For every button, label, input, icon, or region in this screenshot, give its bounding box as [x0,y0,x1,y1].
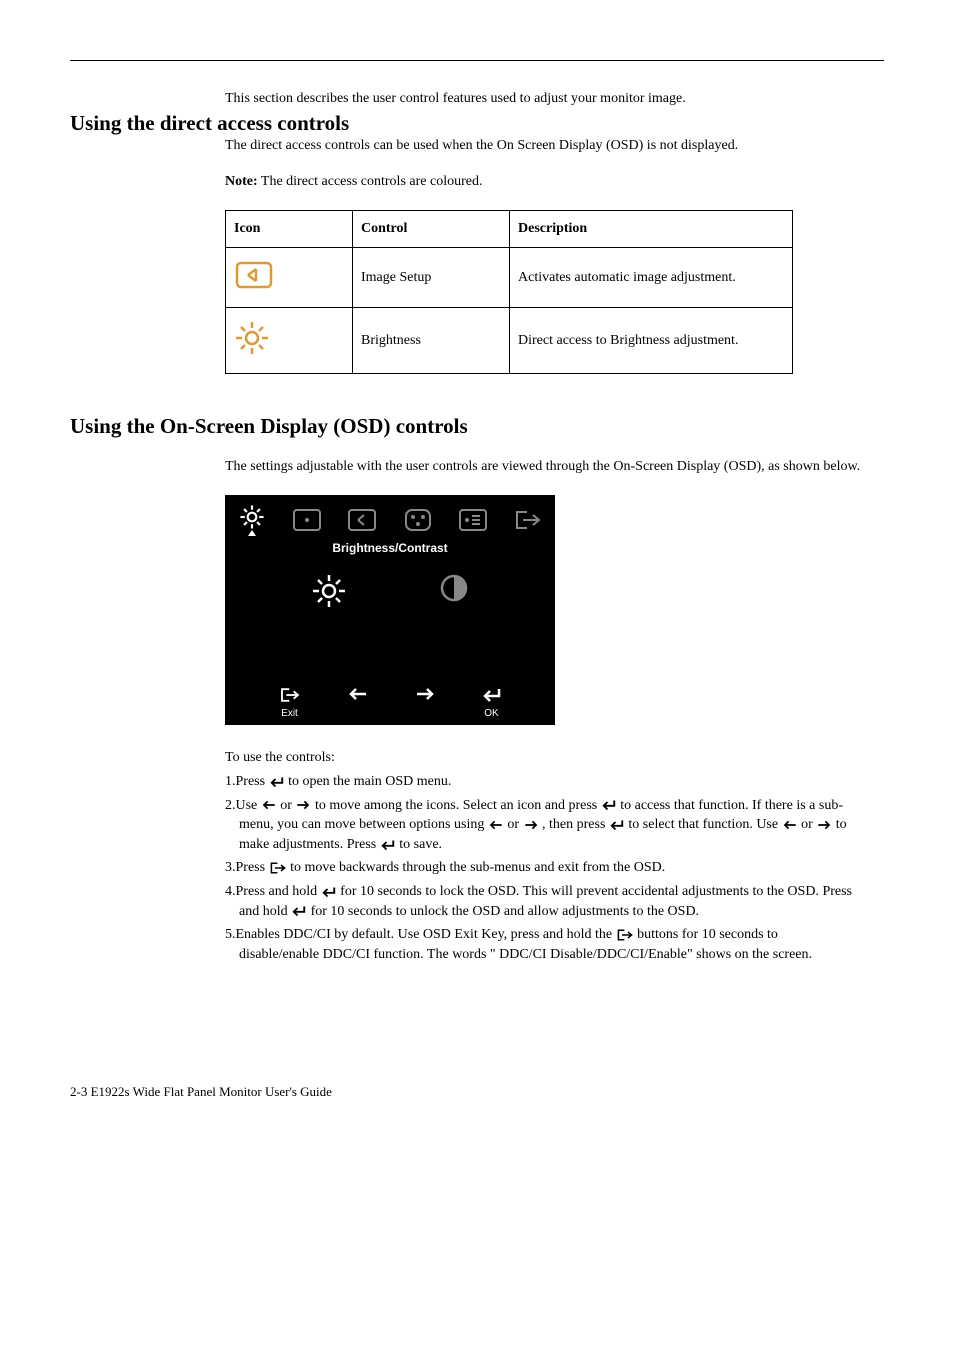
enter-icon [380,839,396,851]
instructions-intro: To use the controls: [225,750,854,766]
enter-icon [482,687,502,703]
th-description: Description [510,211,793,248]
arrow-left-icon [348,687,368,701]
note-text: The direct access controls are coloured. [258,174,483,189]
osd-bottom-bar: Exit OK [225,687,555,719]
tab-selected-indicator-icon [248,530,256,536]
enter-icon [601,799,617,811]
position-icon [292,508,322,532]
cell-desc: Activates automatic image adjustment. [510,248,793,308]
heading-osd-controls: Using the On-Screen Display (OSD) contro… [70,414,884,439]
exit-icon [279,687,301,703]
arrow-right-icon [415,687,435,701]
osd-title: Brightness/Contrast [225,541,555,555]
osd-btn-left [348,687,368,719]
osd-btn-right [415,687,435,719]
table-row: Image Setup Activates automatic image ad… [226,248,793,308]
direct-p1: The direct access controls can be used w… [225,138,884,154]
osd-btn-exit: Exit [279,687,301,719]
arrow-right-icon [523,820,539,830]
image-setup-icon [347,508,377,532]
osd-tab-brightness [229,503,275,537]
page-footer: 2-3 E1922s Wide Flat Panel Monitor User'… [70,1084,884,1100]
note-prefix: Note: [225,174,258,189]
options-icon [458,508,488,532]
enter-icon [321,886,337,898]
table-row: Brightness Direct access to Brightness a… [226,308,793,374]
step-4: 4.Press and hold for 10 seconds to lock … [225,882,854,921]
brightness-icon [234,320,270,356]
brightness-icon [239,504,265,530]
cell-control: Brightness [353,308,510,374]
osd-tab-exit [505,503,551,537]
osd-body [225,555,555,627]
arrow-right-icon [295,800,311,810]
osd-p1: The settings adjustable with the user co… [225,459,884,475]
controls-table: Icon Control Description Image Setup Act… [225,210,793,374]
step-5: 5.Enables DDC/CI by default. Use OSD Exi… [225,925,854,964]
exit-icon [269,861,287,875]
osd-tab-options [450,503,496,537]
color-icon [404,508,432,532]
arrow-left-icon [488,820,504,830]
step-1: 1.Press to open the main OSD menu. [225,772,854,792]
exit-icon [513,509,543,531]
osd-tab-position [284,503,330,537]
osd-panel: Brightness/Contrast Exit [225,495,555,725]
osd-tab-color [395,503,441,537]
cell-icon-brightness [226,308,353,374]
cell-control: Image Setup [353,248,510,308]
cell-desc: Direct access to Brightness adjustment. [510,308,793,374]
table-header-row: Icon Control Description [226,211,793,248]
arrow-right-icon [816,820,832,830]
exit-icon [616,928,634,942]
instructions-block: To use the controls: 1.Press to open the… [225,750,854,964]
image-setup-icon [234,260,274,290]
contrast-icon [439,573,469,603]
enter-icon [269,776,285,788]
step-2: 2.Use or to move among the icons. Select… [225,796,854,855]
direct-note: Note: The direct access controls are col… [225,174,884,190]
section-intro: This section describes the user control … [225,91,884,107]
top-rule [70,60,884,61]
th-control: Control [353,211,510,248]
arrow-left-icon [261,800,277,810]
step-3: 3.Press to move backwards through the su… [225,858,854,878]
th-icon: Icon [226,211,353,248]
heading-direct-controls: Using the direct access controls [70,111,884,136]
osd-btn-ok: OK [482,687,502,719]
enter-icon [291,905,307,917]
brightness-icon [311,573,347,609]
osd-tab-image-setup [339,503,385,537]
osd-ok-label: OK [482,708,502,719]
arrow-left-icon [782,820,798,830]
enter-icon [609,819,625,831]
osd-tab-strip [225,495,555,537]
cell-icon-image-setup [226,248,353,308]
osd-exit-label: Exit [279,708,301,719]
